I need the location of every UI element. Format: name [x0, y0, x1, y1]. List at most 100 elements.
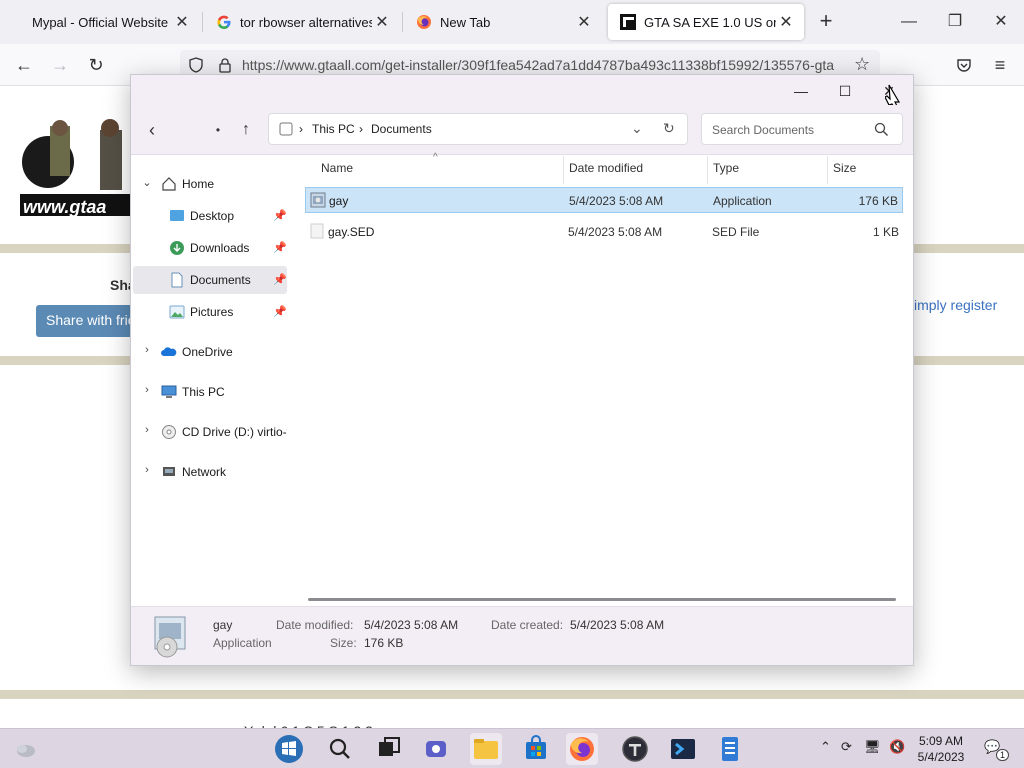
restore-icon[interactable]: ❐	[943, 10, 967, 34]
sidebar-item-label: Home	[182, 177, 215, 191]
file-row-gay[interactable]: gay 5/4/2023 5:08 AM Application 176 KB	[305, 187, 903, 213]
explorer-title-bar[interactable]: — ☐ ✕	[131, 75, 913, 108]
sidebar-item-this-pc[interactable]: › This PC	[133, 378, 287, 406]
details-size: 176 KB	[364, 636, 404, 650]
explorer-address-bar[interactable]: › This PC › Documents ⌄ ↻	[268, 113, 688, 145]
register-link[interactable]: imply register	[914, 297, 997, 313]
details-date-modified: 5/4/2023 5:08 AM	[364, 618, 459, 632]
column-separator[interactable]	[563, 156, 564, 184]
shield-icon[interactable]	[188, 57, 204, 73]
pin-icon[interactable]: 📌	[273, 209, 287, 222]
tray-chevron-up-icon[interactable]: ⌃	[820, 739, 831, 755]
sidebar-item-label: Pictures	[190, 305, 234, 319]
forward-arrow-icon[interactable]: →	[48, 53, 72, 77]
taskbar-clock[interactable]: 5:09 AM 5/4/2023	[916, 733, 966, 765]
tab-close-icon[interactable]: ✕	[776, 12, 796, 32]
search-placeholder: Search Documents	[712, 123, 815, 137]
breadcrumb-this-pc[interactable]: This PC	[312, 122, 355, 136]
column-header-type[interactable]: Type	[713, 161, 739, 175]
tray-volume-muted-icon[interactable]: 🔇	[889, 739, 905, 755]
meet-icon[interactable]	[420, 733, 452, 765]
tab-mypal[interactable]: Mypal - Official Website ✕	[20, 4, 200, 40]
new-tab-icon[interactable]: +	[814, 10, 838, 34]
sidebar-item-label: Desktop	[190, 209, 235, 223]
tab-new-tab[interactable]: New Tab ✕	[404, 4, 602, 40]
explorer-up-icon[interactable]: ↑	[235, 119, 257, 141]
tray-network-icon[interactable]: 🖥	[864, 739, 881, 755]
home-icon	[162, 177, 176, 191]
explorer-minimize-icon[interactable]: —	[791, 81, 811, 101]
tab-close-icon[interactable]: ✕	[574, 12, 594, 32]
pictures-icon	[169, 305, 185, 319]
search-icon[interactable]	[324, 733, 356, 765]
task-view-icon[interactable]	[373, 733, 405, 765]
explorer-forward-icon[interactable]: •	[207, 119, 229, 141]
chevron-right-icon[interactable]: ›	[141, 424, 153, 436]
store-icon[interactable]	[520, 733, 552, 765]
app-t-icon[interactable]	[619, 733, 651, 765]
column-separator[interactable]	[827, 156, 828, 184]
notepad-icon[interactable]	[714, 733, 746, 765]
tab-title: Mypal - Official Website	[32, 14, 169, 30]
pocket-icon[interactable]	[956, 57, 972, 73]
desktop-icon	[170, 210, 184, 221]
explorer-back-icon[interactable]: ‹	[141, 119, 163, 141]
column-header-date-modified[interactable]: Date modified	[569, 161, 643, 175]
close-window-icon[interactable]: ✕	[989, 10, 1013, 34]
explorer-details-pane: gay Application Date modified: 5/4/2023 …	[131, 606, 913, 665]
details-file-name: gay	[213, 618, 233, 632]
weather-icon[interactable]	[14, 739, 36, 759]
pin-icon[interactable]: 📌	[273, 241, 287, 254]
column-header-name[interactable]: Name	[321, 161, 353, 175]
chevron-right-icon[interactable]: ›	[141, 384, 153, 396]
tab-separator	[402, 12, 403, 32]
sidebar-item-pictures[interactable]: Pictures 📌	[133, 298, 287, 326]
tab-close-icon[interactable]: ✕	[372, 12, 392, 32]
column-header-size[interactable]: Size	[833, 161, 856, 175]
lock-icon[interactable]	[218, 57, 232, 73]
cd-drive-icon	[162, 425, 176, 439]
file-date-modified: 5/4/2023 5:08 AM	[568, 225, 663, 239]
reload-icon[interactable]: ↻	[84, 53, 108, 77]
sidebar-item-onedrive[interactable]: › OneDrive	[133, 338, 287, 366]
sidebar-item-desktop[interactable]: Desktop 📌	[133, 202, 287, 230]
sidebar-item-network[interactable]: › Network	[133, 458, 287, 486]
column-separator[interactable]	[707, 156, 708, 184]
horizontal-scrollbar[interactable]	[308, 598, 896, 601]
hamburger-menu-icon[interactable]: ≡	[988, 53, 1012, 77]
share-button[interactable]: Share with frie	[36, 305, 136, 337]
address-dropdown-icon[interactable]: ⌄	[631, 120, 643, 137]
breadcrumb-documents[interactable]: Documents	[371, 122, 432, 136]
sidebar-item-downloads[interactable]: Downloads 📌	[133, 234, 287, 262]
tray-sync-icon[interactable]: ⟳	[841, 739, 852, 755]
downloads-icon	[170, 241, 184, 255]
explorer-maximize-icon[interactable]: ☐	[835, 81, 855, 101]
sidebar-item-label: OneDrive	[182, 345, 233, 359]
chevron-down-icon[interactable]: ⌄	[141, 176, 153, 189]
pin-icon[interactable]: 📌	[273, 273, 287, 286]
address-refresh-icon[interactable]: ↻	[663, 120, 675, 137]
star-icon[interactable]: ☆	[854, 54, 870, 75]
minimize-icon[interactable]: —	[897, 10, 921, 34]
sidebar-item-label: CD Drive (D:) virtio-v	[182, 425, 287, 439]
chevron-right-icon[interactable]: ›	[141, 344, 153, 356]
start-icon[interactable]	[273, 733, 305, 765]
terminal-icon[interactable]	[667, 733, 699, 765]
file-explorer-icon[interactable]	[470, 733, 502, 765]
sidebar-item-home[interactable]: ⌄ Home	[133, 170, 287, 198]
search-icon[interactable]	[874, 122, 889, 137]
breadcrumb-chevron-icon: ›	[359, 122, 363, 136]
back-arrow-icon[interactable]: ←	[12, 53, 36, 77]
pin-icon[interactable]: 📌	[273, 305, 287, 318]
breadcrumb-chevron-icon: ›	[299, 122, 303, 136]
firefox-icon[interactable]	[566, 733, 598, 765]
tab-tor-alternatives[interactable]: tor rbowser alternatives - G ✕	[204, 4, 400, 40]
sidebar-item-cd-drive[interactable]: › CD Drive (D:) virtio-v	[133, 418, 287, 446]
explorer-search-box[interactable]: Search Documents	[701, 113, 903, 145]
file-row-gay-sed[interactable]: gay.SED 5/4/2023 5:08 AM SED File 1 KB	[305, 219, 903, 245]
sidebar-item-documents[interactable]: Documents 📌	[133, 266, 287, 294]
chevron-right-icon[interactable]: ›	[141, 464, 153, 476]
application-large-icon	[154, 616, 186, 658]
tab-gta-sa-exe[interactable]: GTA SA EXE 1.0 US original ✕	[608, 4, 804, 40]
tab-close-icon[interactable]: ✕	[172, 12, 192, 32]
